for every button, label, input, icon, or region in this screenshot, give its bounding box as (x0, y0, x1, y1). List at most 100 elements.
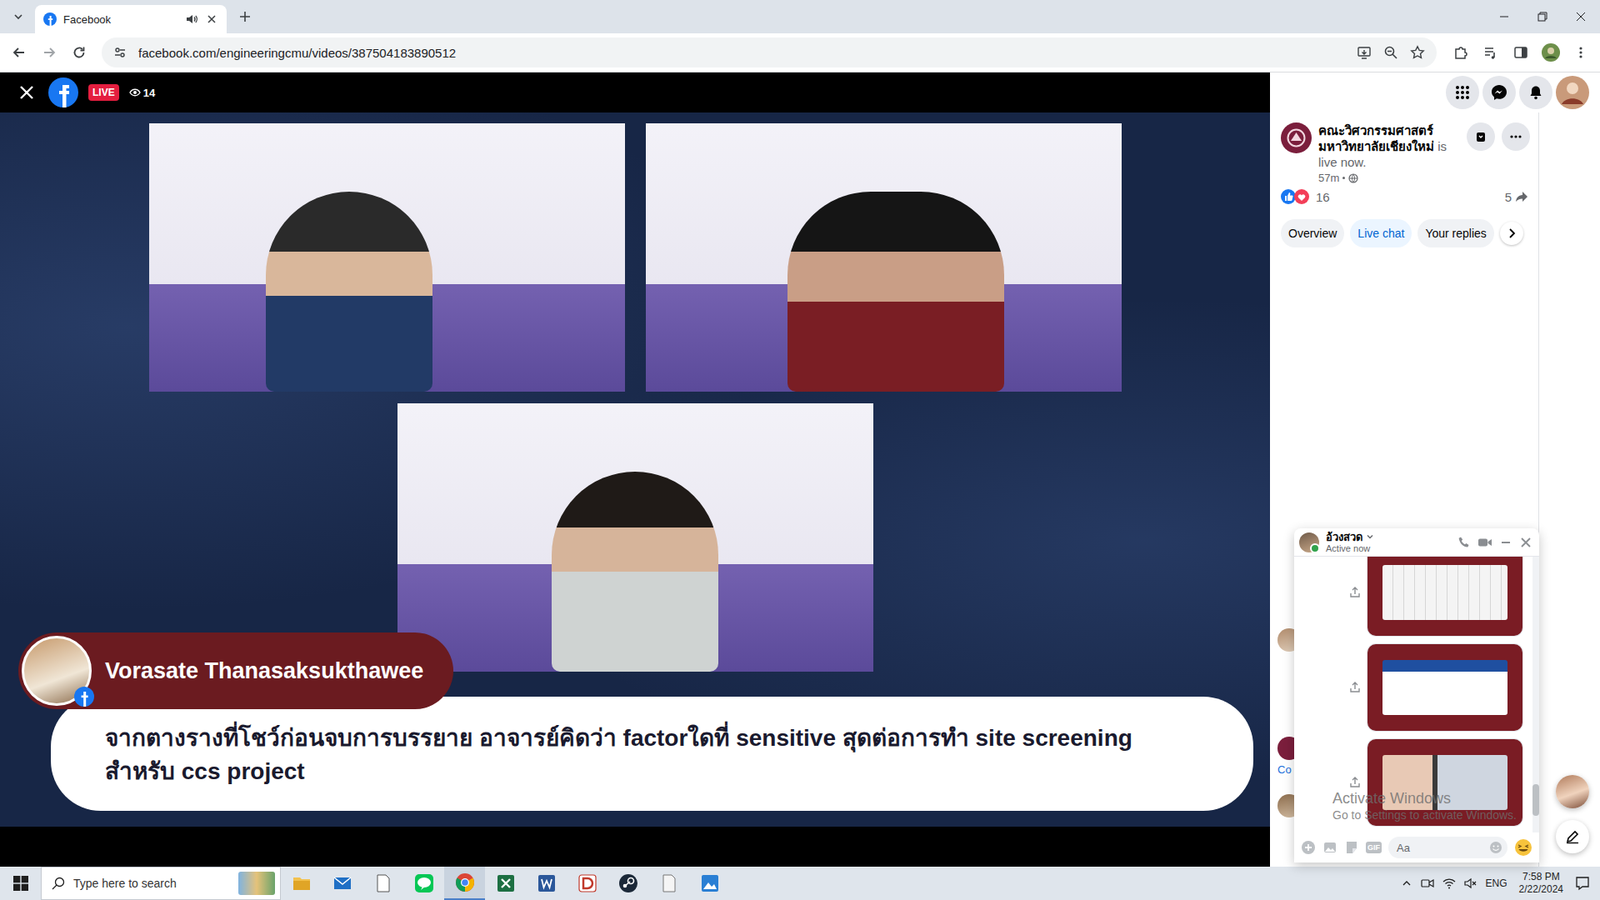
back-button[interactable] (5, 38, 34, 67)
new-message-button[interactable] (1555, 820, 1590, 854)
steam-icon (618, 873, 639, 894)
start-button[interactable] (0, 866, 41, 900)
sticker-icon[interactable] (1344, 840, 1360, 855)
forward-share-icon[interactable] (1349, 776, 1361, 789)
profile-avatar-icon (1541, 43, 1560, 62)
meet-now-icon[interactable] (1420, 876, 1435, 890)
video-call-icon[interactable] (1477, 535, 1493, 550)
facebook-badge-icon (74, 686, 95, 707)
clock[interactable]: 7:58 PM2/22/2024 (1515, 870, 1567, 896)
notification-center-icon[interactable] (1575, 875, 1590, 891)
comment-overlay: จากตางรางที่โชว์ก่อนจบการบรรยาย อาจารย์ค… (50, 696, 1254, 811)
message-input[interactable]: Aa (1388, 836, 1508, 859)
scrollbar-thumb[interactable] (1532, 784, 1540, 816)
wifi-icon[interactable] (1442, 876, 1456, 890)
image-attachment[interactable] (1367, 556, 1523, 636)
sidebar: คณะวิศวกรรมศาสตร์ มหาวิทยาลัยเชียงใหม่ i… (1270, 72, 1600, 867)
new-tab-button[interactable] (233, 5, 257, 29)
notepad-app[interactable] (362, 866, 404, 900)
more-options-button[interactable] (1501, 122, 1530, 151)
close-tab-icon[interactable] (205, 12, 219, 26)
word-app[interactable] (525, 866, 567, 900)
messenger-button[interactable] (1482, 75, 1516, 110)
menu-button[interactable] (1445, 75, 1480, 110)
clock-time: 7:58 PM (1522, 870, 1560, 884)
taskbar-search[interactable]: Type here to search (40, 866, 281, 900)
speaker-icon[interactable] (185, 12, 199, 26)
steam-app[interactable] (607, 866, 649, 900)
post-tab[interactable]: Live chat (1350, 219, 1412, 248)
reaction-summary[interactable]: 16 (1280, 189, 1330, 205)
post-author[interactable]: คณะวิศวกรรมศาสตร์ มหาวิทยาลัยเชียงใหม่ (1318, 123, 1435, 154)
reload-button[interactable] (65, 38, 94, 67)
line-app[interactable] (403, 866, 445, 900)
commenter-avatar (21, 635, 92, 706)
post-time[interactable]: 57m (1318, 171, 1340, 185)
close-icon[interactable] (15, 80, 39, 105)
image-content (1382, 660, 1508, 715)
notifications-button[interactable] (1519, 75, 1553, 110)
grid-menu-icon (1455, 85, 1470, 100)
site-info-icon[interactable] (113, 45, 127, 60)
chrome-app[interactable] (444, 866, 485, 900)
post-tab[interactable]: Your replies (1417, 219, 1494, 248)
image-content (1382, 755, 1508, 810)
star-icon[interactable] (1410, 45, 1425, 60)
contact-info[interactable]: อ้วงสวดActive now (1325, 530, 1451, 555)
media-control-button[interactable] (1476, 38, 1505, 67)
chevron-down-icon (12, 10, 25, 23)
facebook-logo-icon[interactable] (48, 77, 79, 108)
chrome-menu-button[interactable] (1566, 38, 1595, 67)
zoom-icon[interactable] (1383, 45, 1399, 60)
system-tray: ENG 7:58 PM2/22/2024 (1400, 866, 1600, 900)
tabs-next-button[interactable] (1500, 221, 1524, 245)
image-attachment[interactable] (1367, 739, 1523, 826)
tab-search-button[interactable] (6, 5, 30, 29)
excel-app[interactable] (485, 866, 526, 900)
message-row (1349, 556, 1523, 636)
profile-button[interactable] (1536, 38, 1565, 67)
forward-share-icon[interactable] (1349, 586, 1361, 599)
forward-button[interactable] (35, 38, 64, 67)
restore-button[interactable] (1523, 0, 1562, 34)
share-count: 5 (1505, 190, 1512, 205)
post-author-line: คณะวิศวกรรมศาสตร์ มหาวิทยาลัยเชียงใหม่ i… (1318, 122, 1460, 170)
volume-muted-icon[interactable] (1464, 876, 1478, 890)
image-attachment[interactable] (1367, 644, 1523, 731)
minimize-button[interactable] (1485, 0, 1524, 34)
install-app-icon[interactable] (1356, 45, 1372, 60)
input-language[interactable]: ENG (1485, 877, 1508, 890)
file-explorer-app[interactable] (280, 866, 322, 900)
address-bar[interactable]: facebook.com/engineeringcmu/videos/38750… (101, 37, 1437, 68)
image-icon[interactable] (1322, 840, 1338, 855)
account-button[interactable] (1555, 75, 1590, 110)
close-window-button[interactable] (1561, 0, 1600, 34)
chat-head-avatar[interactable] (1555, 775, 1590, 809)
text-file-app[interactable] (648, 866, 690, 900)
gif-button[interactable]: GIF (1365, 841, 1382, 854)
facebook-top-icons (1270, 72, 1600, 113)
browser-tab[interactable]: Facebook (35, 5, 227, 34)
side-panel-button[interactable] (1506, 38, 1535, 67)
chat-scrollbar[interactable] (1532, 556, 1540, 833)
post-tab[interactable]: Overview (1280, 219, 1345, 248)
mail-app[interactable] (321, 866, 363, 900)
page-avatar-icon[interactable] (1280, 122, 1312, 154)
puzzle-icon (1453, 45, 1469, 60)
close-chat-icon[interactable] (1519, 535, 1533, 550)
phone-icon[interactable] (1457, 535, 1471, 550)
contact-avatar[interactable] (1299, 532, 1320, 553)
share-summary[interactable]: 5 (1505, 190, 1529, 205)
line-chat-icon (414, 873, 435, 894)
plus-circle-icon[interactable] (1300, 840, 1316, 855)
save-post-button[interactable] (1466, 122, 1495, 151)
extensions-button[interactable] (1446, 38, 1475, 67)
forward-share-icon[interactable] (1349, 681, 1361, 694)
emoji-smile-icon[interactable] (1489, 840, 1503, 855)
photos-app[interactable] (689, 866, 730, 900)
laughing-emoji-icon[interactable] (1514, 838, 1533, 857)
minimize-chat-icon[interactable] (1499, 535, 1513, 550)
red-app[interactable] (566, 866, 608, 900)
comment-line: สำหรับ ccs project (105, 755, 1224, 789)
chevron-up-icon[interactable] (1400, 877, 1413, 890)
